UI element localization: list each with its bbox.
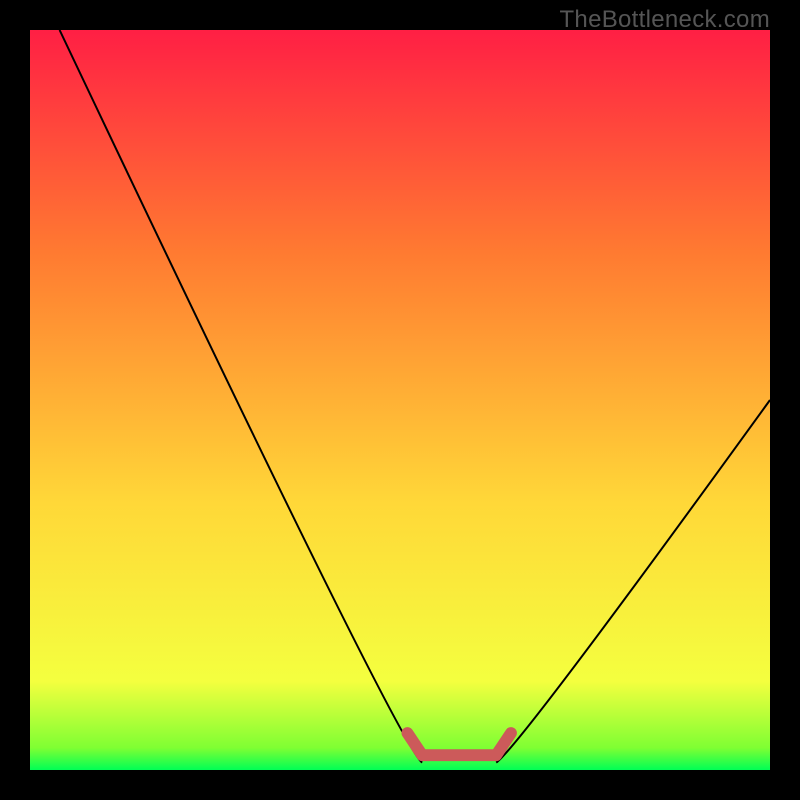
chart-frame: TheBottleneck.com (0, 0, 800, 800)
curve-right (496, 400, 770, 763)
curve-left (60, 30, 423, 763)
chart-svg (0, 0, 800, 800)
watermark-text: TheBottleneck.com (559, 6, 770, 34)
valley-highlight (407, 733, 511, 755)
